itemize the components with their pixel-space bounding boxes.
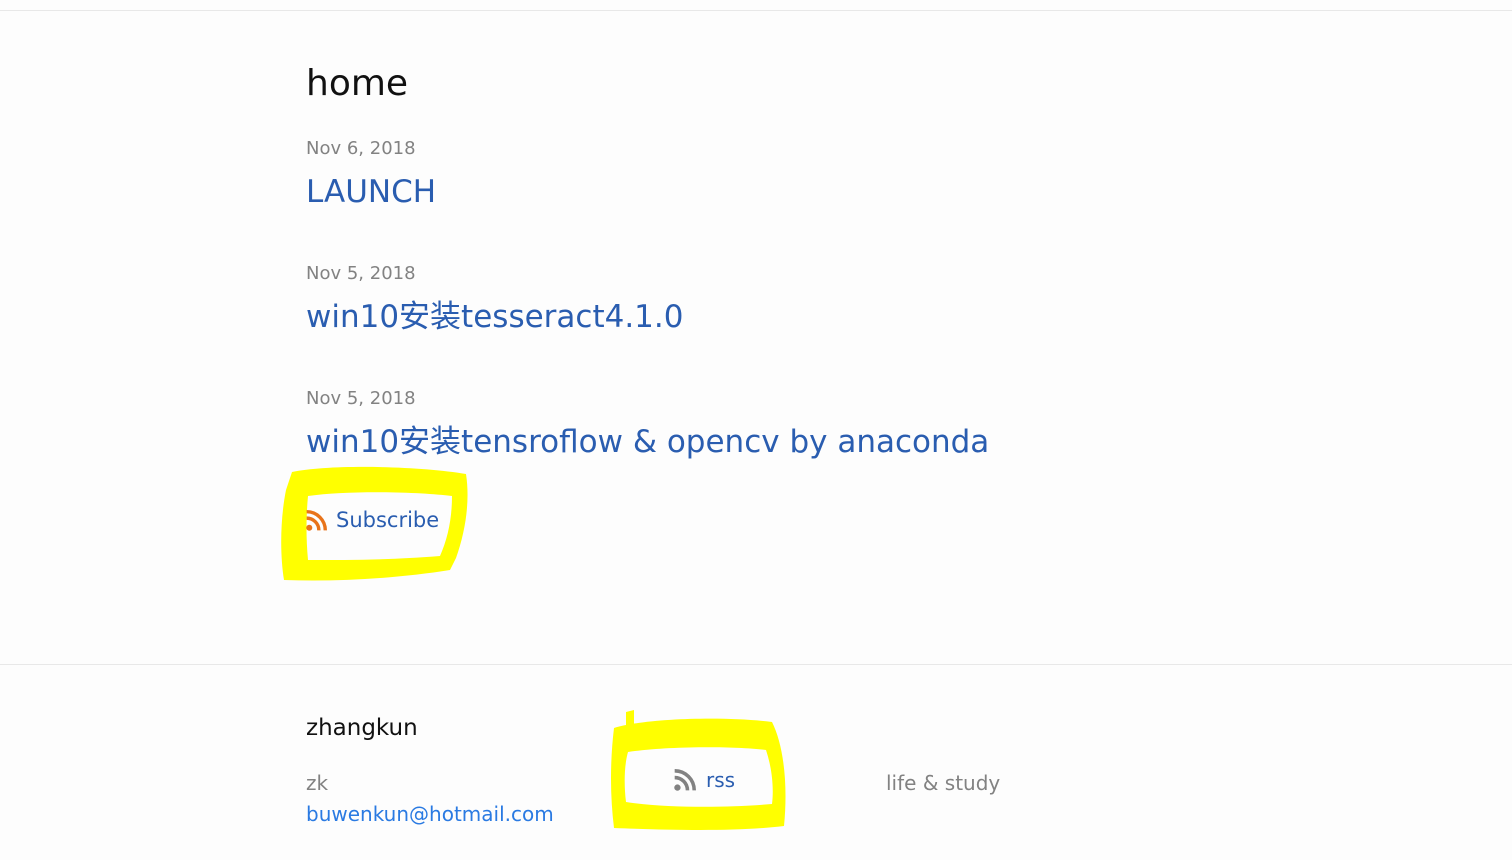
post-title-link[interactable]: win10安装tesseract4.1.0 [306, 297, 1206, 337]
footer-divider [0, 664, 1512, 665]
footer-rss-link[interactable]: rss [674, 768, 735, 792]
post-date: Nov 5, 2018 [306, 388, 416, 409]
header-divider [0, 10, 1512, 11]
post-date: Nov 6, 2018 [306, 138, 416, 159]
site-description: life & study [886, 771, 1001, 795]
footer-site-title: zhangkun [306, 715, 418, 741]
author-name: zk [306, 771, 329, 795]
subscribe-label: Subscribe [336, 508, 440, 532]
list-item: Nov 5, 2018 win10安装tensroflow & opencv b… [306, 388, 1206, 462]
list-item: Nov 5, 2018 win10安装tesseract4.1.0 [306, 263, 1206, 337]
post-date: Nov 5, 2018 [306, 263, 416, 284]
post-title-link[interactable]: win10安装tensroflow & opencv by anaconda [306, 422, 1206, 462]
rss-icon [306, 509, 327, 531]
subscribe-link[interactable]: Subscribe [306, 508, 439, 532]
email-link[interactable]: buwenkun@hotmail.com [306, 799, 554, 830]
page-title: home [306, 63, 409, 104]
rss-icon [674, 769, 696, 791]
post-title-link[interactable]: LAUNCH [306, 172, 1206, 212]
rss-label: rss [706, 768, 736, 792]
list-item: Nov 6, 2018 LAUNCH [306, 138, 1206, 212]
footer-contact: zk buwenkun@hotmail.com [306, 768, 554, 830]
